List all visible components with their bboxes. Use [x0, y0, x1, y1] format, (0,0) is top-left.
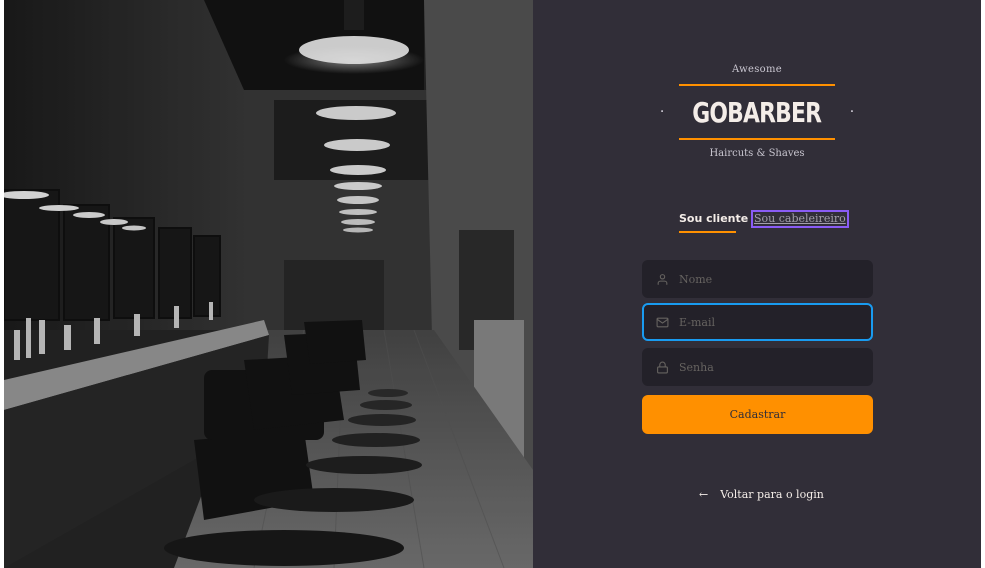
email-field[interactable] [642, 303, 873, 341]
logo-dot-left: · [659, 104, 665, 120]
active-tab-indicator [679, 231, 736, 233]
name-field[interactable] [642, 260, 873, 298]
arrow-left-icon: ← [699, 488, 709, 501]
password-input[interactable] [679, 360, 859, 374]
register-button[interactable]: Cadastrar [642, 395, 873, 434]
cursor-icon [773, 563, 781, 568]
back-to-login-link[interactable]: ← Voltar para o login [699, 488, 824, 501]
right-edge [981, 0, 985, 568]
logo-top-text: Awesome [732, 64, 782, 75]
lock-icon [656, 361, 669, 374]
logo-brand: GOBARBER [692, 95, 823, 129]
signup-panel: Awesome · GOBARBER · Haircuts & Shaves S… [533, 0, 981, 568]
password-field[interactable] [642, 348, 873, 386]
user-icon [656, 273, 669, 286]
logo-tagline: Haircuts & Shaves [709, 148, 805, 159]
name-input[interactable] [679, 272, 859, 286]
tab-client[interactable]: Sou cliente [679, 211, 748, 227]
mail-icon [656, 316, 669, 329]
back-to-login-label: Voltar para o login [720, 488, 824, 501]
logo-dot-right: · [849, 104, 855, 120]
logo-divider-bottom [679, 138, 835, 140]
gobarber-logo: · GOBARBER · [660, 92, 854, 132]
logo-divider-top [679, 84, 835, 86]
user-type-tabs: Sou cliente Sou cabeleireiro [677, 210, 849, 235]
email-input[interactable] [679, 315, 859, 329]
tab-barber[interactable]: Sou cabeleireiro [751, 210, 849, 228]
barbershop-background-image [4, 0, 533, 568]
